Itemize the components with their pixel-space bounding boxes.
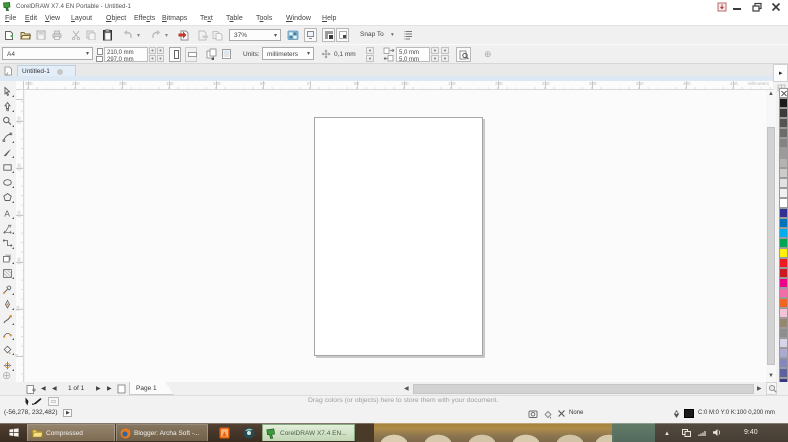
svg-text:A: A: [4, 209, 10, 219]
